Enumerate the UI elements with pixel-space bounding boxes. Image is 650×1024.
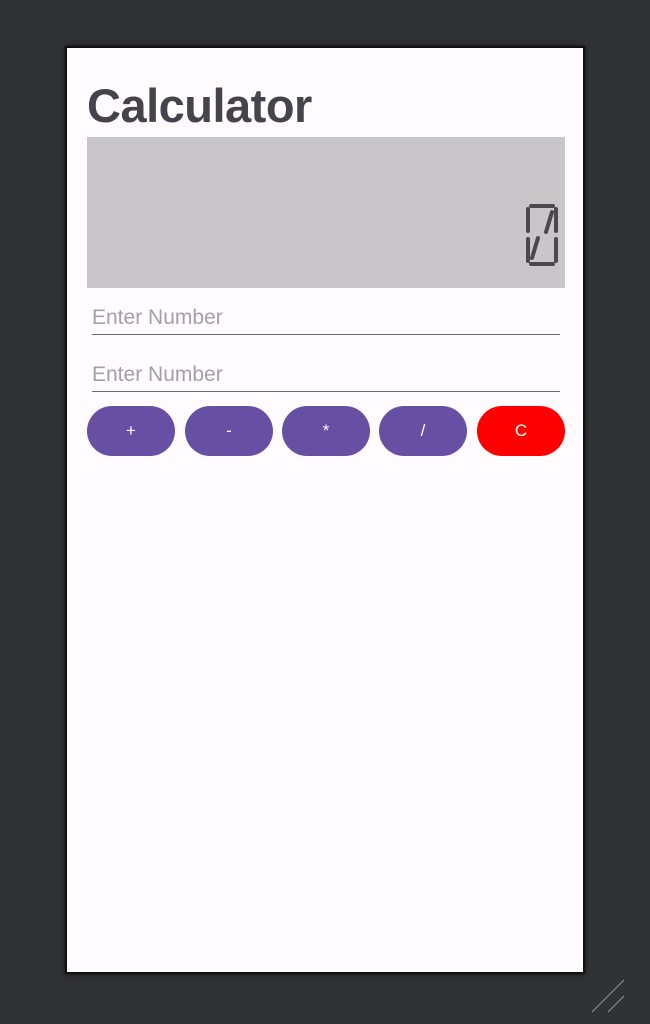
page-title: Calculator (87, 79, 312, 132)
first-number-field[interactable] (92, 289, 560, 335)
subtract-button[interactable]: - (185, 406, 273, 456)
result-display: 0 (87, 137, 565, 288)
multiply-button[interactable]: * (282, 406, 370, 456)
divide-button[interactable]: / (379, 406, 467, 456)
add-button[interactable]: + (87, 406, 175, 456)
result-value: 0 (526, 204, 558, 266)
second-number-field[interactable] (92, 346, 560, 392)
clear-button[interactable]: C (477, 406, 565, 456)
resize-handle-icon[interactable] (588, 978, 628, 1018)
first-number-input[interactable] (92, 306, 560, 330)
app-screen: Calculator 0 + - * / C (65, 46, 585, 974)
second-number-input[interactable] (92, 363, 560, 387)
operator-buttons: + - * / C (87, 406, 565, 458)
